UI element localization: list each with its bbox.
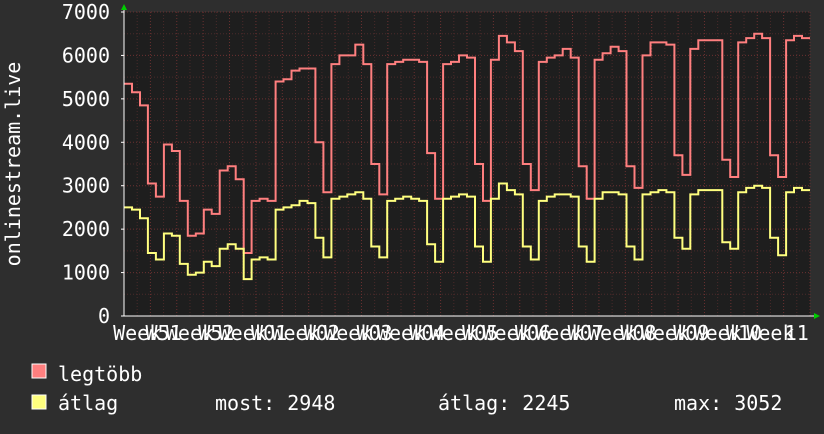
legend-label-atlag: átlag xyxy=(58,391,118,415)
stat-max: max: 3052 xyxy=(674,391,782,415)
legend: legtöbb átlag most: 2948 átlag: 2245 max… xyxy=(31,362,782,415)
y-tick-label: 2000 xyxy=(62,217,110,241)
y-axis-arrow xyxy=(121,4,127,10)
legend-swatch-atlag xyxy=(31,394,47,410)
y-tick-labels: 0 1000 2000 3000 4000 5000 6000 7000 xyxy=(62,0,110,328)
y-tick-label: 6000 xyxy=(62,43,110,67)
y-tick-label: 3000 xyxy=(62,174,110,198)
x-tick-label: 11 xyxy=(785,321,809,345)
chart-container: 0 1000 2000 3000 4000 5000 6000 7000 Week W51 Wee… xyxy=(0,0,824,430)
x-tick-labels: WeekW51WeekW52WeekW01WeekW02WeekW03WeekW… xyxy=(113,321,809,345)
rrd-chart: 0 1000 2000 3000 4000 5000 6000 7000 WeekW51Wee… xyxy=(1,0,820,415)
y-tick-label: 7000 xyxy=(62,0,110,24)
y-tick-label: 5000 xyxy=(62,87,110,111)
y-tick-label: 0 xyxy=(98,304,110,328)
x-axis-arrow xyxy=(814,313,820,319)
stat-most: most: 2948 xyxy=(215,391,335,415)
y-axis-label: onlinestream.live xyxy=(1,62,25,267)
legend-swatch-legtobb xyxy=(31,363,47,379)
stat-atlag: átlag: 2245 xyxy=(438,391,570,415)
y-tick-label: 1000 xyxy=(62,261,110,285)
legend-label-legtobb: legtöbb xyxy=(58,362,142,386)
y-tick-label: 4000 xyxy=(62,130,110,154)
